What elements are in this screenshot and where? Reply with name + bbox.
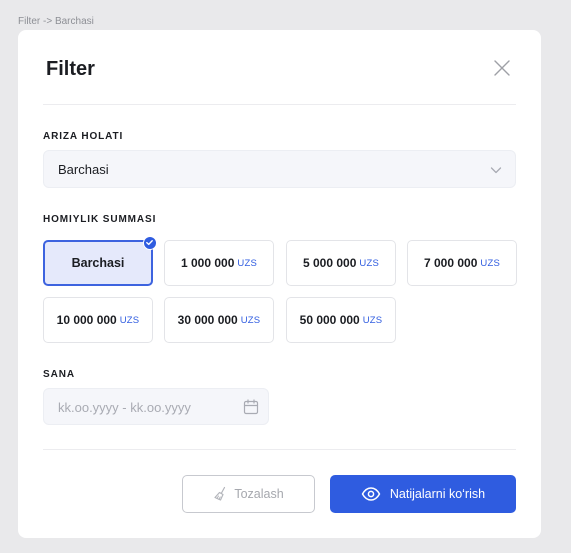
amount-option-5m[interactable]: 5 000 000 UZS — [286, 240, 396, 286]
close-icon — [494, 60, 510, 76]
amount-value: 1 000 000 — [181, 256, 235, 270]
calendar-icon[interactable] — [243, 399, 259, 415]
amount-option-10m[interactable]: 10 000 000 UZS — [43, 297, 153, 343]
amount-label: HOMIYLIK SUMMASI — [43, 214, 157, 225]
amount-currency: UZS — [240, 314, 261, 326]
status-label: ARIZA HOLATI — [43, 131, 124, 142]
amount-option-50m[interactable]: 50 000 000 UZS — [286, 297, 396, 343]
show-results-button[interactable]: Natijalarni ko‘rish — [330, 475, 516, 513]
eye-icon — [361, 487, 381, 501]
modal-header: Filter — [18, 30, 541, 105]
amount-value: 30 000 000 — [177, 313, 238, 327]
check-icon — [143, 236, 157, 250]
amount-currency: UZS — [359, 257, 379, 269]
amount-currency: UZS — [119, 314, 140, 326]
status-select-value: Barchasi — [58, 162, 109, 177]
amount-currency: UZS — [237, 257, 257, 269]
amount-option-30m[interactable]: 30 000 000 UZS — [164, 297, 274, 343]
amount-currency: UZS — [480, 257, 500, 269]
amount-value: 7 000 000 — [424, 256, 478, 270]
broom-icon — [214, 486, 226, 501]
clear-button[interactable]: Tozalash — [182, 475, 315, 513]
status-select[interactable]: Barchasi — [43, 150, 516, 188]
show-results-label: Natijalarni ko‘rish — [389, 487, 486, 501]
header-divider — [43, 104, 516, 105]
modal-title: Filter — [46, 58, 95, 80]
amount-value: 5 000 000 — [303, 256, 357, 270]
amount-value: 10 000 000 — [56, 313, 117, 327]
amount-value: 50 000 000 — [299, 313, 360, 327]
date-range-input[interactable]: kk.oo.yyyy - kk.oo.yyyy — [43, 388, 269, 425]
clear-button-label: Tozalash — [234, 487, 284, 501]
filter-modal: Filter ARIZA HOLATI Barchasi HOMIYLIK SU… — [18, 30, 541, 538]
amount-value: Barchasi — [71, 256, 125, 270]
frame-breadcrumb: Filter -> Barchasi — [18, 16, 94, 27]
amount-currency: UZS — [362, 314, 383, 326]
footer-divider — [43, 449, 516, 450]
amount-option-all[interactable]: Barchasi — [43, 236, 157, 286]
amount-option-1m[interactable]: 1 000 000 UZS — [164, 240, 274, 286]
date-placeholder: kk.oo.yyyy - kk.oo.yyyy — [58, 400, 191, 415]
close-button[interactable] — [492, 58, 512, 78]
date-label: SANA — [43, 369, 75, 380]
amount-option-7m[interactable]: 7 000 000 UZS — [407, 240, 517, 286]
chevron-down-icon — [490, 167, 502, 174]
